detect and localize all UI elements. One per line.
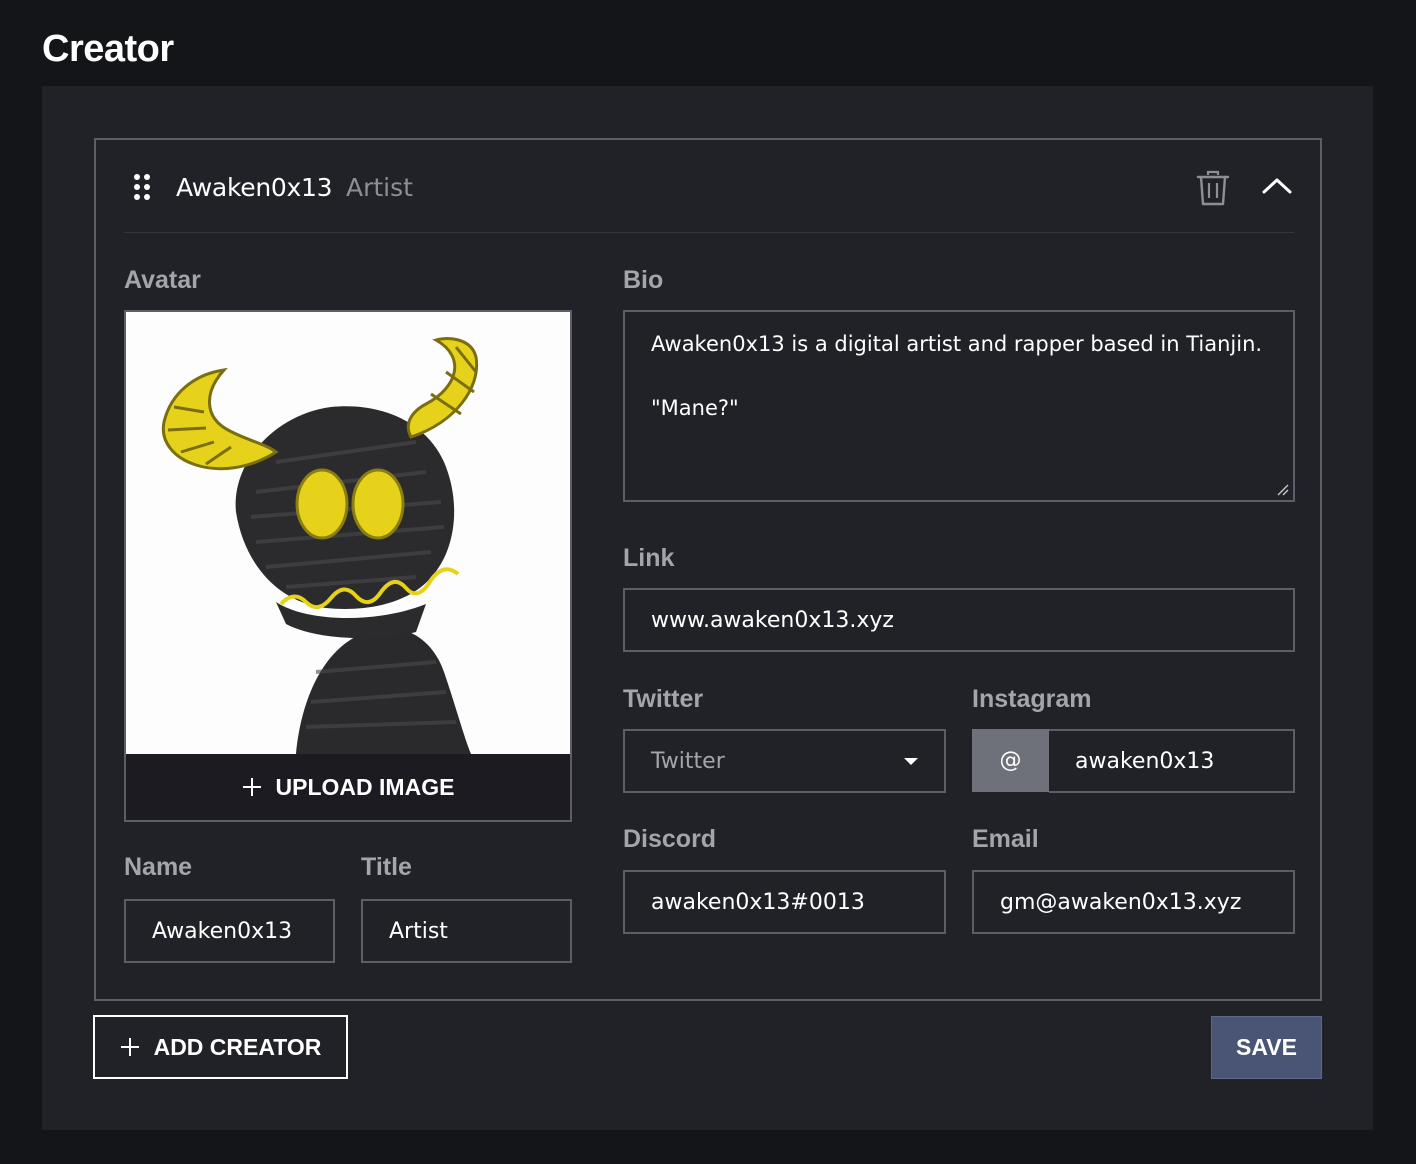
chevron-up-icon[interactable] xyxy=(1260,174,1294,198)
upload-image-button[interactable]: UPLOAD IMAGE xyxy=(126,754,570,820)
twitter-placeholder: Twitter xyxy=(651,748,725,774)
link-value: www.awaken0x13.xyz xyxy=(651,607,894,633)
instagram-at-prefix: @ xyxy=(972,729,1049,792)
trash-icon[interactable] xyxy=(1196,170,1230,206)
bio-label: Bio xyxy=(623,266,664,294)
avatar-field[interactable]: UPLOAD IMAGE xyxy=(124,310,572,822)
save-label: SAVE xyxy=(1236,1034,1297,1060)
plus-icon xyxy=(120,1038,139,1056)
title-input[interactable]: Artist xyxy=(361,899,572,963)
bio-textarea[interactable]: Awaken0x13 is a digital artist and rappe… xyxy=(623,310,1295,502)
name-value: Awaken0x13 xyxy=(152,918,293,944)
bio-line-2: "Mane?" xyxy=(651,396,739,420)
twitter-label: Twitter xyxy=(623,685,704,713)
avatar-label: Avatar xyxy=(124,266,201,294)
creator-header-name: Awaken0x13 xyxy=(176,173,333,202)
add-creator-label: ADD CREATOR xyxy=(153,1033,322,1060)
drag-handle-icon[interactable] xyxy=(134,174,152,200)
email-value: gm@awaken0x13.xyz xyxy=(1000,889,1242,915)
creator-header-title: Artist xyxy=(346,173,413,202)
title-value: Artist xyxy=(389,918,448,944)
email-label: Email xyxy=(972,825,1039,853)
email-input[interactable]: gm@awaken0x13.xyz xyxy=(972,870,1295,934)
name-input[interactable]: Awaken0x13 xyxy=(124,899,335,963)
name-label: Name xyxy=(124,853,193,881)
avatar-image xyxy=(126,312,570,754)
save-button[interactable]: SAVE xyxy=(1211,1016,1322,1079)
caret-down-icon xyxy=(904,757,918,765)
bio-line-1: Awaken0x13 is a digital artist and rappe… xyxy=(651,332,1263,356)
discord-input[interactable]: awaken0x13#0013 xyxy=(623,870,946,934)
instagram-input[interactable]: awaken0x13 xyxy=(1049,729,1295,793)
instagram-label: Instagram xyxy=(972,685,1092,713)
instagram-value: awaken0x13 xyxy=(1075,748,1215,774)
creator-panel: Awaken0x13 Artist Avatar UPLOAD IMAGE Na… xyxy=(42,86,1373,1130)
upload-image-label: UPLOAD IMAGE xyxy=(275,773,455,800)
discord-label: Discord xyxy=(623,825,717,853)
discord-value: awaken0x13#0013 xyxy=(651,889,865,915)
link-label: Link xyxy=(623,544,675,572)
resize-grip-icon[interactable] xyxy=(1277,484,1289,496)
twitter-select[interactable]: Twitter xyxy=(623,729,946,793)
page-title: Creator xyxy=(42,28,174,70)
title-label: Title xyxy=(361,853,412,881)
link-input[interactable]: www.awaken0x13.xyz xyxy=(623,588,1295,652)
creator-card: Awaken0x13 Artist Avatar UPLOAD IMAGE Na… xyxy=(94,138,1322,1001)
add-creator-button[interactable]: ADD CREATOR xyxy=(93,1015,348,1079)
creator-card-header[interactable]: Awaken0x13 Artist xyxy=(124,140,1294,233)
plus-icon xyxy=(242,778,261,796)
